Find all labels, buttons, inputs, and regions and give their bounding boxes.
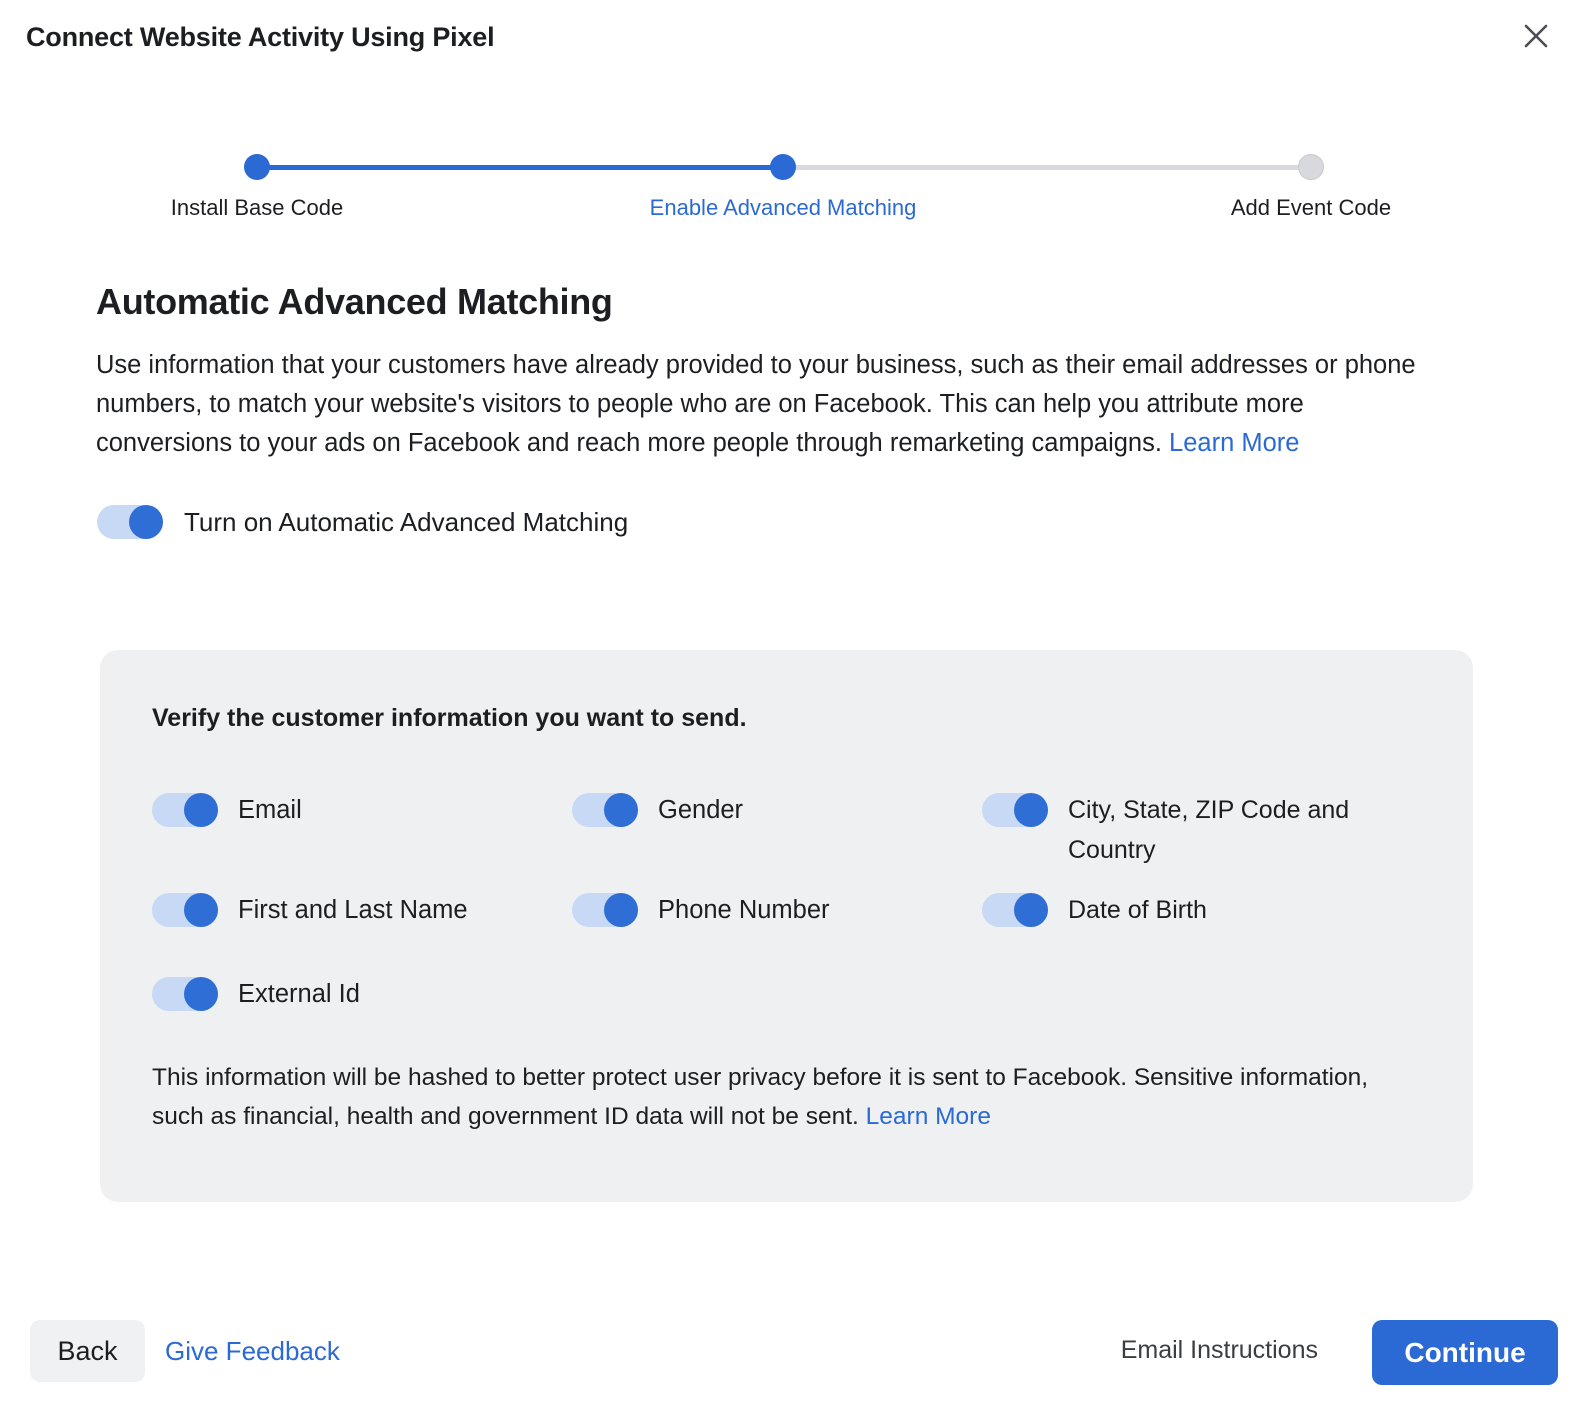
page-title: Connect Website Activity Using Pixel: [26, 22, 495, 52]
field-toggle-phone-number[interactable]: Phone Number: [572, 890, 982, 954]
continue-button[interactable]: Continue: [1372, 1320, 1558, 1385]
toggle-gender[interactable]: [572, 793, 638, 827]
dialog-footer: Back Give Feedback Email Instructions Co…: [0, 1300, 1588, 1424]
field-label-first-and-last-name: First and Last Name: [238, 896, 468, 924]
email-instructions-button[interactable]: Email Instructions: [1121, 1336, 1318, 1365]
learn-more-link-privacy[interactable]: Learn More: [866, 1103, 991, 1130]
give-feedback-link[interactable]: Give Feedback: [165, 1336, 340, 1367]
field-toggle-city-state-zip-country[interactable]: City, State, ZIP Code and Country: [982, 790, 1422, 870]
toggle-date-of-birth[interactable]: [982, 893, 1048, 927]
dialog-body: Automatic Advanced Matching Use informat…: [0, 280, 1588, 539]
stepper-step-enable-advanced-matching[interactable]: Enable Advanced Matching: [633, 150, 933, 221]
field-toggle-email[interactable]: Email: [152, 790, 572, 870]
field-label-city-state-zip-country: City, State, ZIP Code and Country: [1068, 796, 1350, 864]
automatic-advanced-matching-toggle[interactable]: [97, 505, 163, 539]
toggle-knob: [184, 793, 218, 827]
toggle-knob: [1014, 793, 1048, 827]
toggle-knob: [604, 893, 638, 927]
stepper-dot-2[interactable]: [770, 154, 796, 180]
section-description: Use information that your customers have…: [96, 346, 1446, 463]
dialog-header: Connect Website Activity Using Pixel: [0, 0, 1588, 78]
panel-privacy-note-text: This information will be hashed to bette…: [152, 1064, 1369, 1130]
automatic-advanced-matching-toggle-row[interactable]: Turn on Automatic Advanced Matching: [97, 505, 1588, 539]
stepper-step-install-base-code[interactable]: Install Base Code: [107, 150, 407, 221]
toggle-knob: [129, 505, 163, 539]
toggle-first-and-last-name[interactable]: [152, 893, 218, 927]
verify-customer-information-panel: Verify the customer information you want…: [100, 650, 1473, 1202]
pixel-setup-dialog: Connect Website Activity Using Pixel Ins…: [0, 0, 1588, 1424]
stepper-label-3: Add Event Code: [1230, 195, 1392, 220]
progress-stepper: Install Base Code Enable Advanced Matchi…: [0, 150, 1588, 236]
toggle-email[interactable]: [152, 793, 218, 827]
stepper-step-add-event-code[interactable]: Add Event Code: [1161, 150, 1461, 221]
toggle-city-state-zip-country[interactable]: [982, 793, 1048, 827]
stepper-dot-3[interactable]: [1298, 154, 1324, 180]
field-label-email: Email: [238, 796, 302, 824]
panel-heading: Verify the customer information you want…: [152, 704, 747, 732]
back-button[interactable]: Back: [30, 1320, 145, 1382]
field-label-date-of-birth: Date of Birth: [1068, 896, 1207, 924]
toggle-phone-number[interactable]: [572, 893, 638, 927]
stepper-dot-1[interactable]: [244, 154, 270, 180]
field-toggle-gender[interactable]: Gender: [572, 790, 982, 870]
toggle-knob: [604, 793, 638, 827]
toggle-knob: [184, 977, 218, 1011]
stepper-label-2: Enable Advanced Matching: [649, 195, 917, 220]
close-icon: [1523, 23, 1549, 49]
field-label-phone-number: Phone Number: [658, 896, 830, 924]
close-button[interactable]: [1517, 17, 1555, 55]
stepper-label-1: Install Base Code: [170, 195, 344, 220]
customer-field-toggle-grid: Email Gender City, State, ZIP Code and C…: [152, 790, 1442, 1038]
automatic-advanced-matching-toggle-label: Turn on Automatic Advanced Matching: [184, 506, 629, 537]
field-label-external-id: External Id: [238, 980, 360, 1008]
field-label-gender: Gender: [658, 796, 744, 824]
field-toggle-external-id[interactable]: External Id: [152, 974, 572, 1038]
section-title: Automatic Advanced Matching: [96, 281, 613, 322]
learn-more-link-description[interactable]: Learn More: [1169, 429, 1299, 457]
toggle-knob: [1014, 893, 1048, 927]
toggle-external-id[interactable]: [152, 977, 218, 1011]
toggle-knob: [184, 893, 218, 927]
field-toggle-date-of-birth[interactable]: Date of Birth: [982, 890, 1422, 954]
panel-privacy-note: This information will be hashed to bette…: [152, 1058, 1397, 1136]
field-toggle-first-and-last-name[interactable]: First and Last Name: [152, 890, 572, 954]
